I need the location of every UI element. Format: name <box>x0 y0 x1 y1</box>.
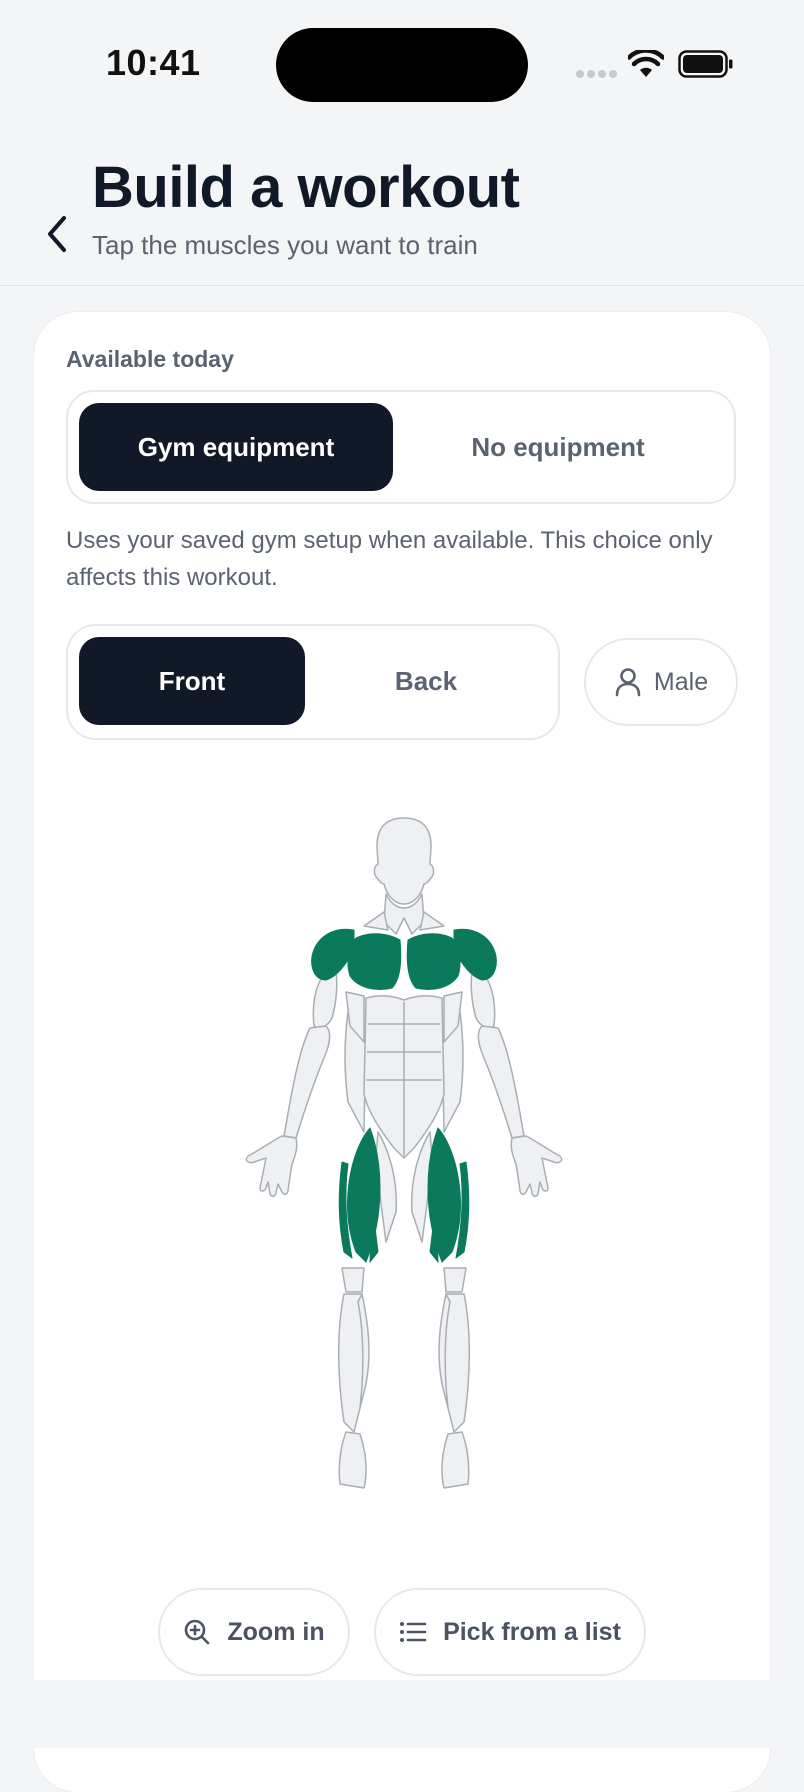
foot-left <box>338 1431 367 1489</box>
hand-left <box>245 1135 298 1197</box>
back-chevron-icon[interactable] <box>40 210 76 258</box>
knee-left <box>341 1267 365 1293</box>
chest-left[interactable] <box>347 933 402 990</box>
hand-right <box>510 1135 563 1197</box>
knee-right <box>443 1267 467 1293</box>
status-time: 10:41 <box>106 42 201 83</box>
view-toggle: Front Back <box>66 624 560 740</box>
body-type-label: Male <box>653 667 709 696</box>
workout-builder-card: Available today Gym equipment No equipme… <box>34 312 770 1792</box>
back-view-option[interactable]: Back <box>313 637 539 725</box>
list-icon <box>400 1622 427 1642</box>
forearm-left[interactable] <box>283 1025 331 1139</box>
foot-right <box>441 1431 470 1489</box>
page-header: Build a workout Tap the muscles you want… <box>0 130 804 286</box>
front-view-option[interactable]: Front <box>79 637 305 725</box>
page-title: Build a workout <box>92 155 520 220</box>
body-map <box>245 817 563 1489</box>
page-subtitle: Tap the muscles you want to train <box>92 230 478 260</box>
head <box>373 817 435 905</box>
equipment-toggle: Gym equipment No equipment <box>66 390 736 504</box>
dynamic-island <box>276 28 528 102</box>
battery-icon <box>678 50 733 78</box>
shoulder-right[interactable] <box>453 928 497 981</box>
body-type-toggle[interactable]: Male <box>584 638 738 726</box>
zoom-in-icon <box>185 1619 210 1645</box>
status-bar: 10:41 <box>0 0 804 130</box>
no-equipment-option[interactable]: No equipment <box>401 403 715 491</box>
trapezius-left[interactable] <box>363 911 389 931</box>
zoom-in-label: Zoom in <box>227 1617 325 1646</box>
pick-from-list-button[interactable]: Pick from a list <box>374 1588 646 1676</box>
equipment-description: Uses your saved gym setup when available… <box>66 527 713 591</box>
shoulder-left[interactable] <box>311 928 355 981</box>
pick-from-list-label: Pick from a list <box>443 1617 621 1646</box>
person-icon <box>615 668 641 697</box>
trapezius-right[interactable] <box>419 911 445 931</box>
chest-right[interactable] <box>406 933 461 990</box>
wifi-icon <box>628 50 664 77</box>
cellular-signal-icon <box>576 70 617 78</box>
availability-label: Available today <box>66 346 234 372</box>
zoom-in-button[interactable]: Zoom in <box>158 1588 350 1676</box>
gym-equipment-option[interactable]: Gym equipment <box>79 403 393 491</box>
bottom-area <box>0 1680 804 1748</box>
forearm-right[interactable] <box>477 1025 525 1139</box>
